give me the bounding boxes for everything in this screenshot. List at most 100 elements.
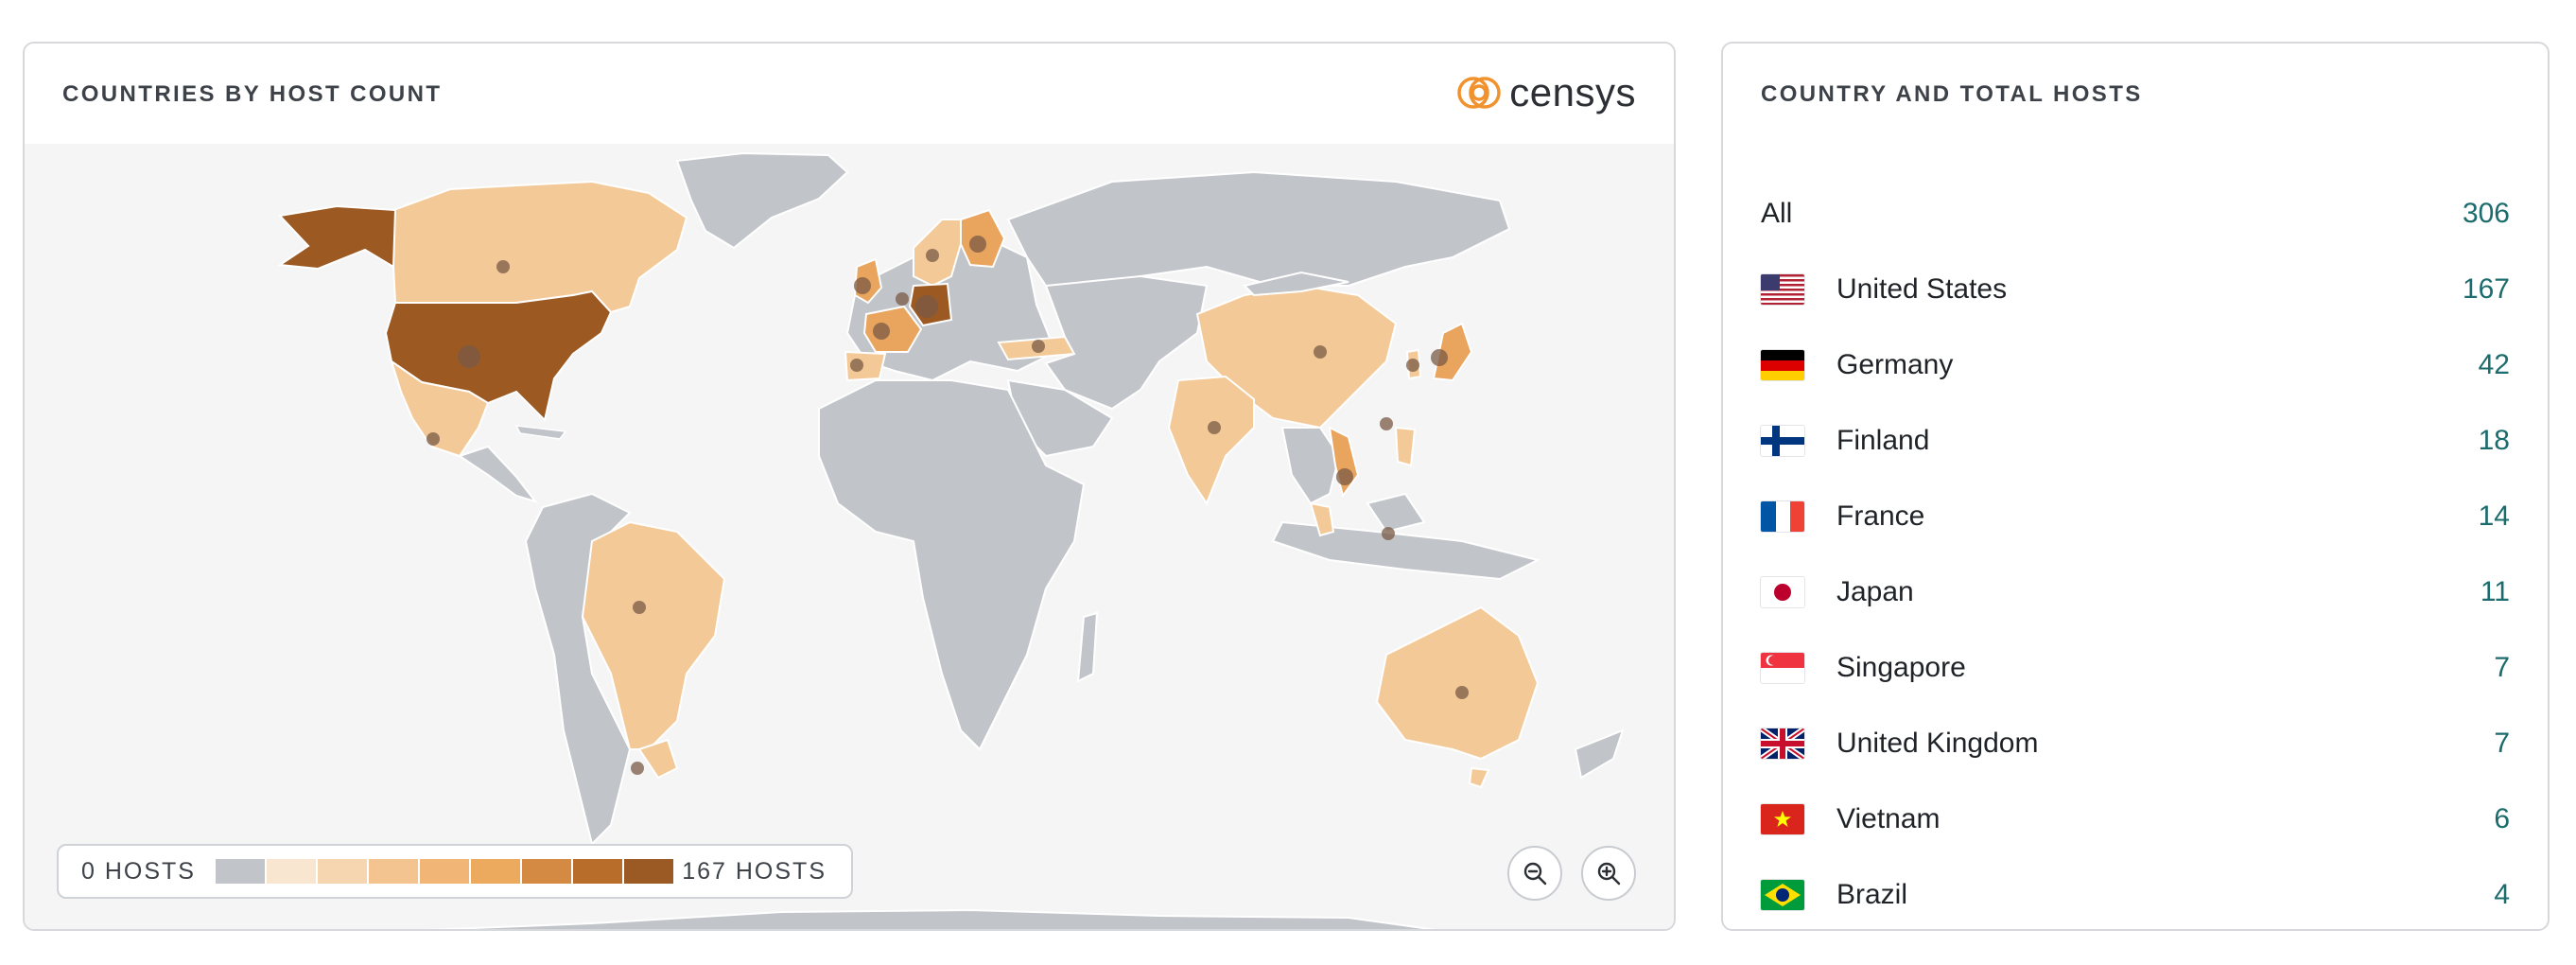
marker-united-states (458, 345, 480, 368)
country-central-america (457, 445, 538, 503)
marker-canada (496, 260, 510, 273)
marker-mexico (426, 432, 440, 446)
marker-france (873, 323, 890, 340)
country-name: Finland (1836, 425, 1930, 456)
country-philippines (1394, 426, 1417, 467)
country-name: United States (1836, 273, 2008, 305)
list-panel-title: COUNTRY AND TOTAL HOSTS (1761, 81, 2143, 107)
country-cuba (514, 425, 567, 440)
marker-united-kingdom (854, 277, 871, 294)
country-indonesia (1271, 520, 1540, 581)
country-hosts-panel: COUNTRY AND TOTAL HOSTS All 306 United S… (1721, 42, 2550, 931)
marker-turkey (1032, 340, 1045, 353)
legend-color-scale (216, 859, 673, 884)
legend-swatch (318, 859, 367, 884)
legend-swatch (624, 859, 673, 884)
country-name: Brazil (1836, 879, 1908, 910)
country-greenland (675, 151, 849, 250)
country-name: United Kingdom (1836, 728, 2039, 759)
list-item-united-states[interactable]: United States 167 (1761, 261, 2510, 318)
legend-min-label: 0 HOSTS (81, 858, 196, 885)
jp-flag-icon (1761, 577, 1804, 607)
marker-vietnam (1336, 468, 1353, 485)
country-alaska (277, 204, 397, 271)
countries-map-panel: COUNTRIES BY HOST COUNT censys 0 HOSTS 1… (23, 42, 1676, 931)
censys-logo-icon (1457, 77, 1502, 109)
marker-sweden (926, 249, 939, 262)
country-new-zealand (1574, 728, 1625, 780)
country-borneo (1366, 492, 1426, 534)
list-item-singapore[interactable]: Singapore 7 (1761, 640, 2510, 696)
legend-swatch (216, 859, 265, 884)
marker-india (1208, 421, 1221, 434)
country-name: Japan (1836, 576, 1914, 607)
legend-max-label: 167 HOSTS (682, 858, 827, 885)
list-item-japan[interactable]: Japan 11 (1761, 564, 2510, 621)
marker-australia (1455, 686, 1469, 699)
marker-singapore (1382, 527, 1395, 540)
us-flag-icon (1761, 274, 1804, 305)
marker-china (1314, 345, 1327, 359)
country-name: Singapore (1836, 652, 1966, 683)
gb-flag-icon (1761, 728, 1804, 759)
world-map-svg (277, 151, 1625, 929)
marker-korea (1406, 359, 1419, 372)
legend-swatch (369, 859, 418, 884)
host-count: 7 (2494, 728, 2510, 759)
map-legend: 0 HOSTS 167 HOSTS (57, 844, 853, 899)
country-name: All (1761, 198, 1793, 229)
host-count: 14 (2478, 500, 2510, 532)
host-count: 306 (2462, 198, 2510, 229)
country-name: Vietnam (1836, 803, 1941, 834)
country-name: Germany (1836, 349, 1954, 380)
marker-finland (969, 236, 986, 253)
fr-flag-icon (1761, 501, 1804, 532)
host-count: 167 (2462, 273, 2510, 305)
list-item-france[interactable]: France 14 (1761, 488, 2510, 545)
legend-swatch (267, 859, 316, 884)
vn-flag-icon (1761, 804, 1804, 834)
host-count: 6 (2494, 803, 2510, 834)
censys-logo[interactable]: censys (1456, 72, 1636, 114)
map-panel-header: COUNTRIES BY HOST COUNT censys (25, 44, 1674, 144)
list-item-finland[interactable]: Finland 18 (1761, 412, 2510, 469)
marker-argentina (631, 762, 644, 775)
list-item-all[interactable]: All 306 (1761, 185, 2510, 242)
zoom-out-button[interactable] (1507, 846, 1562, 901)
list-item-germany[interactable]: Germany 42 (1761, 337, 2510, 394)
marker-hong-kong (1380, 417, 1393, 430)
marker-germany (915, 295, 938, 318)
map-panel-title: COUNTRIES BY HOST COUNT (62, 81, 443, 107)
legend-swatch (522, 859, 571, 884)
fi-flag-icon (1761, 426, 1804, 456)
list-item-brazil[interactable]: Brazil 4 (1761, 867, 2510, 923)
zoom-in-button[interactable] (1581, 846, 1636, 901)
host-count: 7 (2494, 652, 2510, 683)
list-item-united-kingdom[interactable]: United Kingdom 7 (1761, 715, 2510, 772)
country-canada (392, 180, 688, 314)
zoom-in-icon (1597, 862, 1621, 886)
sg-flag-icon (1761, 653, 1804, 683)
censys-logo-text: censys (1509, 70, 1636, 114)
legend-swatch (573, 859, 622, 884)
br-flag-icon (1761, 880, 1804, 910)
host-count: 42 (2478, 349, 2510, 380)
de-flag-icon (1761, 350, 1804, 380)
legend-swatch (471, 859, 520, 884)
country-australia (1375, 605, 1540, 761)
country-russia (1006, 170, 1511, 287)
zoom-out-icon (1523, 862, 1547, 886)
world-map[interactable]: 0 HOSTS 167 HOSTS (25, 144, 1674, 929)
host-count: 11 (2480, 576, 2510, 607)
country-vietnam (1328, 426, 1360, 499)
marker-netherlands (896, 292, 909, 306)
list-item-vietnam[interactable]: Vietnam 6 (1761, 791, 2510, 848)
country-name: France (1836, 500, 1925, 532)
country-antarctica (426, 908, 1436, 929)
marker-japan (1431, 349, 1448, 366)
marker-spain (850, 359, 863, 372)
host-count: 18 (2478, 425, 2510, 456)
country-india (1167, 375, 1255, 506)
marker-brazil (633, 601, 646, 614)
host-count: 4 (2494, 879, 2510, 910)
